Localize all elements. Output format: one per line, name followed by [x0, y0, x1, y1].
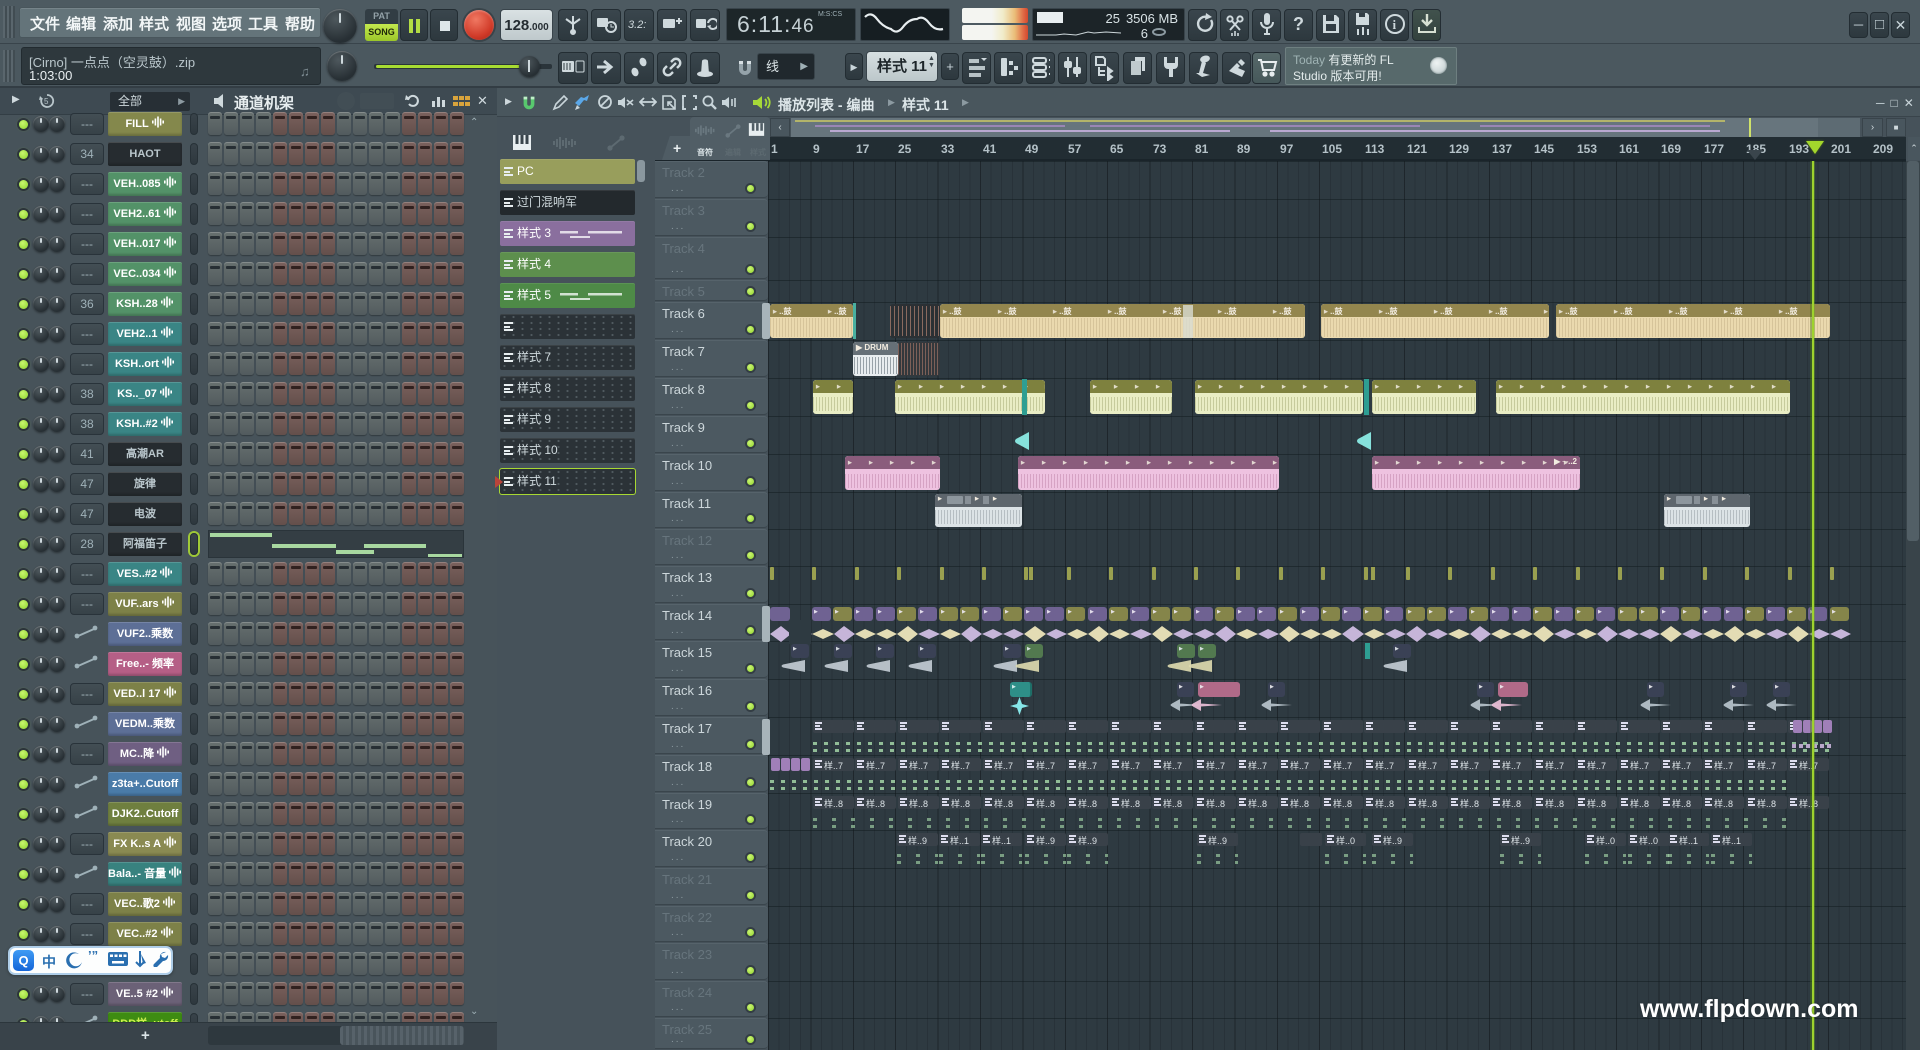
- svg-text:5: 5: [44, 97, 49, 106]
- svg-text:3.2:: 3.2:: [628, 19, 646, 31]
- svg-text:?: ?: [1293, 14, 1304, 34]
- svg-text:i: i: [1392, 17, 1396, 32]
